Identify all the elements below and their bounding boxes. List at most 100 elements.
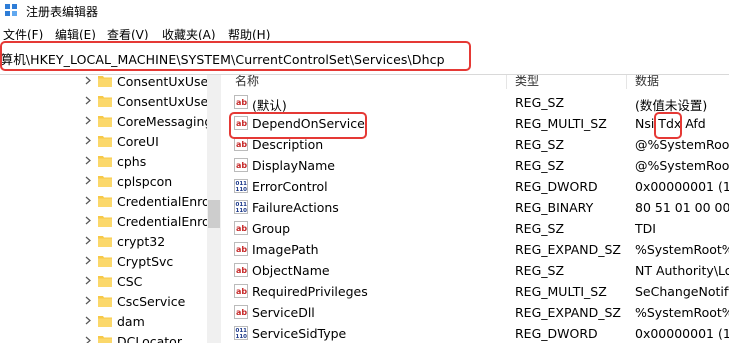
menu-help[interactable]: 帮助(H) [228, 26, 270, 40]
expand-arrow-icon[interactable] [85, 316, 91, 325]
expand-arrow-icon[interactable] [85, 176, 91, 185]
folder-icon [98, 276, 112, 287]
expand-arrow-icon[interactable] [85, 76, 91, 85]
tree-item[interactable]: ConsentUxUser [0, 75, 213, 91]
tree-item[interactable]: crypt32 [0, 231, 207, 251]
menu-bar: 文件(F) 编辑(E) 查看(V) 收藏夹(A) 帮助(H) [0, 22, 729, 40]
tree-item[interactable]: CoreUI [0, 131, 207, 151]
folder-icon [98, 256, 112, 267]
tree-item[interactable]: ConsentUxUser [0, 91, 213, 111]
value-row[interactable]: ab ImagePath REG_EXPAND_SZ %SystemRoot%\Sy [221, 239, 729, 260]
expand-arrow-icon[interactable] [85, 336, 91, 343]
folder-icon [98, 296, 112, 307]
tree-scrollbar-thumb[interactable] [208, 200, 220, 228]
address-highlight-box [0, 41, 471, 71]
value-row[interactable]: ab (默认) REG_SZ (数值未设置) [221, 92, 729, 113]
value-name: ErrorControl [252, 179, 328, 194]
value-type: REG_SZ [515, 221, 565, 236]
tree-item[interactable]: CSC [0, 271, 207, 291]
tree-item[interactable]: CredentialEnrol [0, 211, 213, 231]
string-value-icon: ab [234, 305, 248, 319]
tree-item-label: ConsentUxUser [117, 75, 214, 89]
column-header-name[interactable]: 名称 [235, 75, 259, 89]
value-type: REG_BINARY [515, 200, 594, 215]
folder-icon [98, 236, 112, 247]
value-data: NT Authority\Lo [635, 263, 729, 278]
tree-item-label: CryptSvc [117, 254, 174, 269]
expand-arrow-icon[interactable] [85, 276, 91, 285]
expand-arrow-icon[interactable] [85, 116, 91, 125]
value-list[interactable]: 名称 类型 数据 ab (默认) REG_SZ (数值未设置) ab DependOnSe… [221, 75, 729, 343]
value-name: RequiredPrivileges [252, 284, 368, 299]
menu-view[interactable]: 查看(V) [107, 26, 149, 40]
tree-item-label: CSC [117, 274, 143, 289]
expand-arrow-icon[interactable] [85, 136, 91, 145]
value-row[interactable]: 011 110 ServiceSidType REG_DWORD 0x00000001 … [221, 323, 729, 343]
column-separator [506, 75, 507, 89]
svg-text:ab: ab [236, 287, 247, 296]
value-name: ServiceSidType [252, 326, 347, 341]
value-row[interactable]: ab RequiredPrivileges REG_MULTI_SZ SeChange… [221, 281, 729, 302]
registry-app-icon [5, 4, 17, 16]
menu-file[interactable]: 文件(F) [3, 26, 43, 40]
binary-value-icon: 011110 [234, 179, 248, 193]
tree-item-label: CoreUI [117, 134, 159, 149]
tree-item[interactable]: CredentialEnrol [0, 191, 213, 211]
value-row[interactable]: ab ObjectName REG_SZ NT Authority\Lo [221, 260, 729, 281]
expand-arrow-icon[interactable] [85, 156, 91, 165]
column-separator [626, 75, 627, 89]
tree-item[interactable]: cplspcon [0, 171, 207, 191]
value-data: 0x00000001 (1) [635, 326, 729, 341]
menu-edit[interactable]: 编辑(E) [55, 26, 96, 40]
tree-item[interactable]: cphs [0, 151, 207, 171]
expand-arrow-icon[interactable] [85, 196, 91, 205]
title-bar: 注册表编辑器 [0, 0, 729, 22]
tree-item-label: ConsentUxUser [117, 94, 214, 109]
value-type: REG_EXPAND_SZ [515, 305, 621, 320]
string-value-icon: ab [234, 221, 248, 235]
column-header-data[interactable]: 数据 [635, 75, 659, 89]
value-type: REG_DWORD [515, 326, 598, 341]
value-type: REG_DWORD [515, 179, 598, 194]
tree-item-label: CoreMessaging [117, 114, 213, 129]
tree-item[interactable]: CscService [0, 291, 207, 311]
value-name: DisplayName [252, 158, 335, 173]
value-data: %SystemRoot%\Sy [635, 242, 729, 257]
expand-arrow-icon[interactable] [85, 296, 91, 305]
address-bar[interactable]: 计算机\HKEY_LOCAL_MACHINE\SYSTEM\CurrentCon… [0, 40, 729, 75]
value-row[interactable]: ab ServiceDll REG_EXPAND_SZ %SystemRoot%\Sy [221, 302, 729, 323]
tree-item-label: dam [117, 314, 145, 329]
value-data: SeChangeNotify [635, 284, 729, 299]
value-row[interactable]: 011 110 FailureActions REG_BINARY 80 51 01 0… [221, 197, 729, 218]
value-data: @%SystemRoot% [635, 137, 729, 152]
tree-item[interactable]: dam [0, 311, 207, 331]
value-row[interactable]: ab Group REG_SZ TDI [221, 218, 729, 239]
expand-arrow-icon[interactable] [85, 96, 91, 105]
string-value-icon: ab [234, 242, 248, 256]
svg-text:ab: ab [236, 140, 247, 149]
svg-text:ab: ab [236, 266, 247, 275]
key-tree[interactable]: ConsentUxUser ConsentUxUser CoreMessaging C… [0, 75, 220, 343]
folder-icon [98, 336, 112, 343]
svg-text:ab: ab [236, 245, 247, 254]
expand-arrow-icon[interactable] [85, 256, 91, 265]
folder-icon [98, 116, 112, 127]
expand-arrow-icon[interactable] [85, 236, 91, 245]
tree-item[interactable]: CryptSvc [0, 251, 207, 271]
svg-text:ab: ab [236, 308, 247, 317]
column-header-type[interactable]: 类型 [515, 75, 539, 89]
tree-item-label: CredentialEnrol [117, 214, 214, 229]
binary-value-icon: 011110 [234, 326, 248, 340]
menu-favorites[interactable]: 收藏夹(A) [162, 26, 216, 40]
tdx-highlight-box [654, 112, 682, 139]
expand-arrow-icon[interactable] [85, 216, 91, 225]
folder-icon [98, 196, 112, 207]
value-row[interactable]: 011 110 ErrorControl REG_DWORD 0x00000001 (1… [221, 176, 729, 197]
tree-item[interactable]: DCLocator [0, 331, 207, 343]
string-value-icon: ab [234, 263, 248, 277]
svg-text:110: 110 [236, 208, 248, 214]
tree-item[interactable]: CoreMessaging [0, 111, 212, 131]
value-type: REG_EXPAND_SZ [515, 242, 621, 257]
value-row[interactable]: ab DisplayName REG_SZ @%SystemRoot% [221, 155, 729, 176]
value-type: REG_SZ [515, 263, 565, 278]
